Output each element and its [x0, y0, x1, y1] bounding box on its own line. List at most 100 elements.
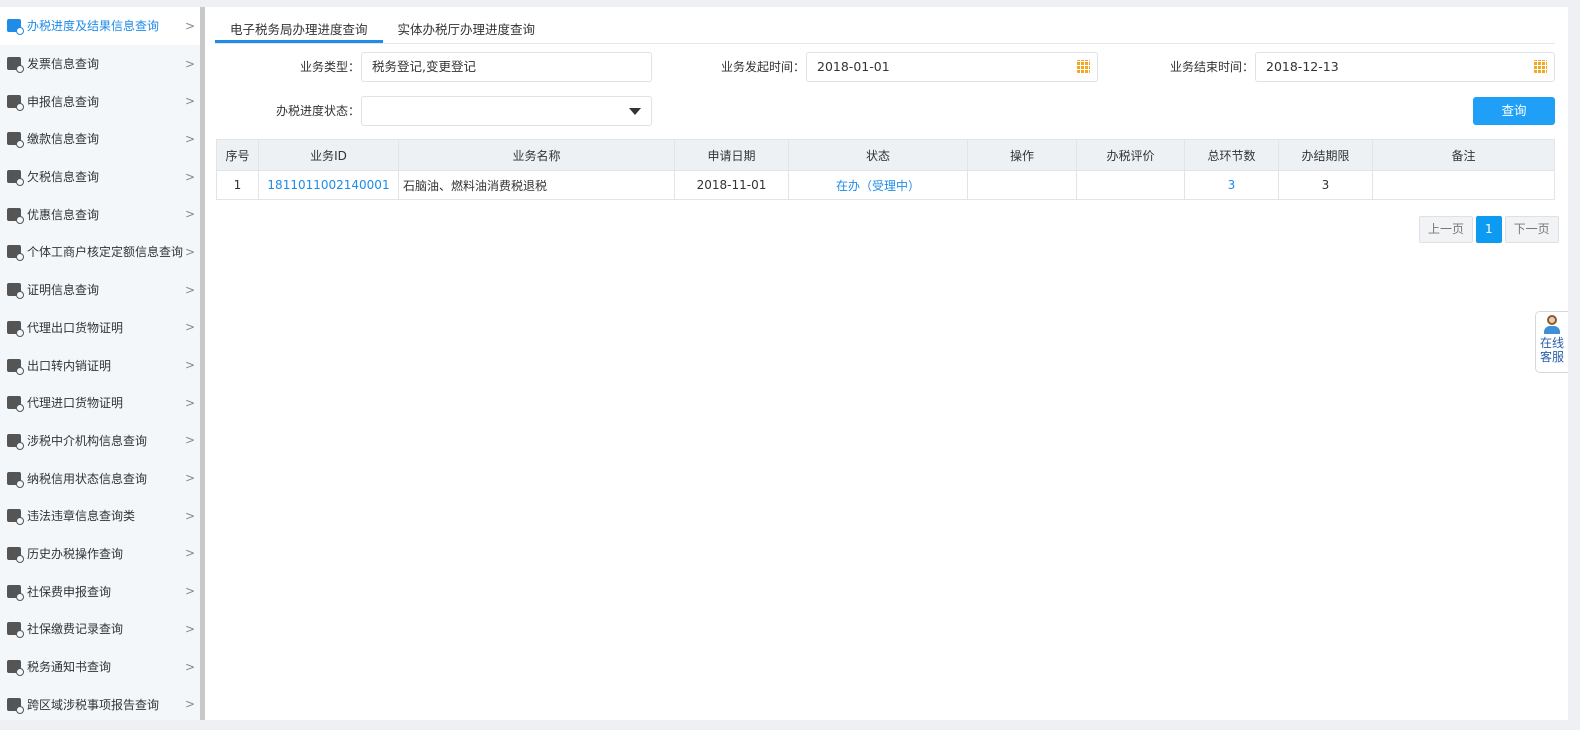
page-1-button[interactable]: 1	[1476, 216, 1502, 243]
column-header: 状态	[788, 139, 968, 171]
sidebar-item[interactable]: 出口转内销证明 >	[0, 346, 200, 384]
tab-hall-progress[interactable]: 实体办税厅办理进度查询	[383, 17, 551, 43]
sidebar-item[interactable]: 纳税信用状态信息查询 >	[0, 459, 200, 497]
chevron-right-icon: >	[184, 207, 195, 222]
sidebar-item-label: 缴款信息查询	[27, 132, 100, 147]
start-time-label: 业务发起时间：	[720, 60, 805, 74]
column-header: 操作	[967, 139, 1077, 171]
search-document-icon	[7, 207, 24, 224]
sidebar-item[interactable]: 跨区域涉税事项报告查询 >	[0, 685, 200, 720]
search-document-icon	[7, 433, 24, 450]
chevron-right-icon: >	[184, 244, 195, 259]
table-cell-1[interactable]: 1811011002140001	[258, 170, 399, 200]
search-document-icon	[7, 132, 24, 149]
search-document-icon	[7, 320, 24, 337]
search-document-icon	[7, 170, 24, 187]
sidebar-item[interactable]: 违法违章信息查询类 >	[0, 497, 200, 535]
sidebar-item-label: 发票信息查询	[27, 57, 100, 72]
pagination: 上一页 1 下一页	[1419, 216, 1559, 243]
table-header: 序号 业务ID 业务名称 申请日期 状态 操作 办税评价 总环节数 办结期限 备注	[216, 139, 1555, 171]
search-document-icon	[7, 245, 24, 262]
column-header: 备注	[1372, 139, 1555, 171]
search-document-icon	[7, 546, 24, 563]
sidebar-item[interactable]: 代理出口货物证明 >	[0, 309, 200, 347]
chevron-right-icon: >	[184, 697, 195, 712]
status-select[interactable]	[361, 96, 652, 126]
sidebar-item[interactable]: 申报信息查询 >	[0, 82, 200, 120]
search-document-icon	[7, 471, 24, 488]
main-panel: 电子税务局办理进度查询 实体办税厅办理进度查询 业务类型： 税务登记,变更登记 …	[205, 7, 1568, 720]
sidebar-item-label: 纳税信用状态信息查询	[27, 471, 148, 486]
sidebar-item[interactable]: 税务通知书查询 >	[0, 648, 200, 686]
table-cell-4[interactable]: 在办（受理中）	[788, 170, 968, 200]
sidebar-item-label: 优惠信息查询	[27, 207, 100, 222]
table-cell-5	[967, 170, 1077, 200]
sidebar-item-label: 办税进度及结果信息查询	[27, 19, 160, 34]
end-time-input[interactable]: 2018-12-13	[1255, 52, 1555, 82]
next-page-button[interactable]: 下一页	[1504, 216, 1559, 243]
chevron-right-icon: >	[184, 433, 195, 448]
chevron-right-icon: >	[184, 169, 195, 184]
sidebar-item[interactable]: 代理进口货物证明 >	[0, 384, 200, 422]
sidebar: 办税进度及结果信息查询 > 发票信息查询 > 申报信息查询 > 缴款信息查询 > 欠税信息查询 >…	[0, 7, 200, 720]
chevron-right-icon: >	[184, 94, 195, 109]
table-cell-8: 3	[1278, 170, 1373, 200]
end-time-value: 2018-12-13	[1266, 59, 1339, 74]
sidebar-item-label: 证明信息查询	[27, 283, 100, 298]
sidebar-item-label: 违法违章信息查询类	[27, 509, 136, 524]
table-cell-7[interactable]: 3	[1184, 170, 1279, 200]
sidebar-item[interactable]: 欠税信息查询 >	[0, 158, 200, 196]
biz-type-label: 业务类型：	[299, 60, 360, 74]
chat-label-1: 在线	[1539, 336, 1564, 350]
chevron-right-icon: >	[184, 320, 195, 335]
online-service-widget[interactable]: 在线 客服	[1535, 311, 1568, 373]
sidebar-item-label: 历史办税操作查询	[27, 546, 124, 561]
table-cell-3: 2018-11-01	[674, 170, 789, 200]
sidebar-item[interactable]: 发票信息查询 >	[0, 45, 200, 83]
biz-type-input[interactable]: 税务登记,变更登记	[361, 52, 652, 82]
sidebar-item-label: 欠税信息查询	[27, 170, 100, 185]
chevron-right-icon: >	[184, 282, 195, 297]
sidebar-item[interactable]: 办税进度及结果信息查询 >	[0, 7, 200, 45]
chevron-right-icon: >	[184, 56, 195, 71]
search-document-icon	[7, 660, 24, 677]
sidebar-item[interactable]: 优惠信息查询 >	[0, 195, 200, 233]
tab-bar: 电子税务局办理进度查询 实体办税厅办理进度查询	[215, 17, 1555, 44]
chevron-right-icon: >	[184, 508, 195, 523]
query-button[interactable]: 查询	[1473, 97, 1555, 125]
start-time-input[interactable]: 2018-01-01	[806, 52, 1098, 82]
search-document-icon	[7, 697, 24, 714]
sidebar-item[interactable]: 个体工商户核定定额信息查询 >	[0, 233, 200, 271]
sidebar-item[interactable]: 涉税中介机构信息查询 >	[0, 422, 200, 460]
sidebar-item[interactable]: 缴款信息查询 >	[0, 120, 200, 158]
sidebar-item[interactable]: 证明信息查询 >	[0, 271, 200, 309]
column-header: 序号	[216, 139, 259, 171]
sidebar-item-label: 社保缴费记录查询	[27, 622, 124, 637]
table-cell-9	[1372, 170, 1555, 200]
start-time-value: 2018-01-01	[817, 59, 890, 74]
sidebar-item[interactable]: 社保费申报查询 >	[0, 572, 200, 610]
calendar-icon[interactable]	[1077, 60, 1090, 73]
chevron-right-icon: >	[184, 621, 195, 636]
search-document-icon	[7, 584, 24, 601]
column-header: 业务ID	[258, 139, 399, 171]
table-cell-6	[1076, 170, 1185, 200]
customer-service-agent-icon	[1544, 315, 1560, 335]
sidebar-item[interactable]: 历史办税操作查询 >	[0, 535, 200, 573]
tab-online-progress[interactable]: 电子税务局办理进度查询	[215, 17, 383, 43]
sidebar-item-label: 代理出口货物证明	[27, 320, 124, 335]
chevron-down-icon[interactable]	[629, 108, 641, 115]
chevron-right-icon: >	[184, 584, 195, 599]
chevron-right-icon: >	[184, 18, 195, 33]
chevron-right-icon: >	[184, 131, 195, 146]
sidebar-item[interactable]: 社保缴费记录查询 >	[0, 610, 200, 648]
sidebar-item-label: 税务通知书查询	[27, 660, 112, 675]
column-header: 申请日期	[674, 139, 789, 171]
status-label: 办税进度状态：	[275, 104, 360, 118]
end-time-label: 业务结束时间：	[1169, 60, 1254, 74]
prev-page-button[interactable]: 上一页	[1419, 216, 1474, 243]
calendar-icon[interactable]	[1534, 60, 1547, 73]
chat-label-2: 客服	[1539, 350, 1564, 364]
search-document-icon	[7, 509, 24, 526]
table-cell-2: 石脑油、燃料油消费税退税	[398, 170, 675, 200]
